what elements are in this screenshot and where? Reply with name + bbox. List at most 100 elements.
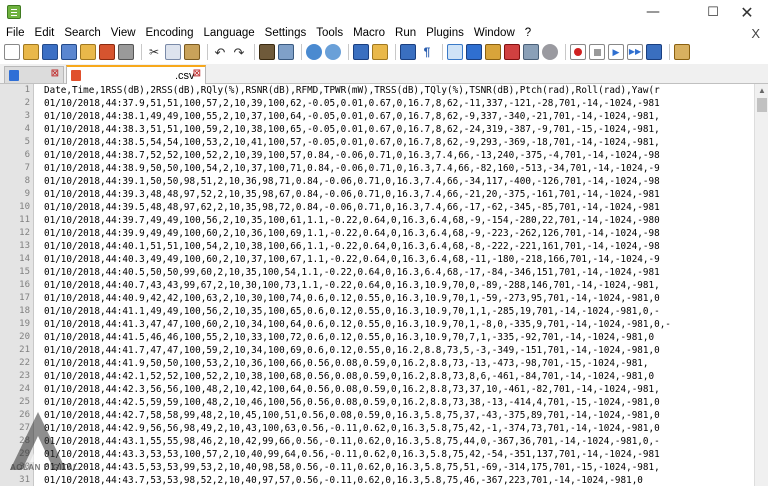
line-number: 23 xyxy=(19,371,30,381)
text-line[interactable]: 01/10/2018,44:43.1,55,55,98,46,2,10,42,9… xyxy=(44,435,660,448)
text-line[interactable]: 01/10/2018,44:41.7,47,47,100,59,2,10,34,… xyxy=(44,344,660,357)
indent-guide-icon[interactable] xyxy=(447,44,463,60)
text-line[interactable]: 01/10/2018,44:39.7,49,49,100,56,2,10,35,… xyxy=(44,214,660,227)
undo-icon[interactable]: ↶ xyxy=(212,44,228,60)
record-macro-icon[interactable] xyxy=(570,44,586,60)
text-line[interactable]: 01/10/2018,44:38.3,51,51,100,59,2,10,38,… xyxy=(44,123,660,136)
menu-plugins[interactable]: Plugins xyxy=(426,27,464,39)
word-wrap-icon[interactable] xyxy=(400,44,416,60)
text-line[interactable]: 01/10/2018,44:42.9,56,56,98,49,2,10,43,1… xyxy=(44,422,660,435)
unsaved-file-icon xyxy=(71,70,81,81)
text-line[interactable]: 01/10/2018,44:40.1,51,51,100,54,2,10,38,… xyxy=(44,240,660,253)
menu-encoding[interactable]: Encoding xyxy=(146,27,194,39)
text-line[interactable]: 01/10/2018,44:38.1,49,49,100,55,2,10,37,… xyxy=(44,110,660,123)
text-line[interactable]: 01/10/2018,44:39.5,48,48,97,62,2,10,35,9… xyxy=(44,201,660,214)
function-list-icon[interactable] xyxy=(485,44,501,60)
menu-view[interactable]: View xyxy=(111,27,136,39)
menu-edit[interactable]: Edit xyxy=(35,27,55,39)
text-line[interactable]: 01/10/2018,44:39.9,49,49,100,60,2,10,36,… xyxy=(44,227,660,240)
text-line[interactable]: 01/10/2018,44:40.5,50,50,99,60,2,10,35,1… xyxy=(44,266,660,279)
text-line[interactable]: 01/10/2018,44:39.1,50,50,98,51,2,10,36,9… xyxy=(44,175,660,188)
text-line[interactable]: 01/10/2018,44:41.5,46,46,100,55,2,10,33,… xyxy=(44,331,654,344)
text-line[interactable]: 01/10/2018,44:42.1,52,52,100,52,2,10,38,… xyxy=(44,370,654,383)
menu-file[interactable]: File xyxy=(6,27,25,39)
toolbar-separator xyxy=(348,44,349,60)
text-line[interactable]: 01/10/2018,44:41.9,50,50,100,53,2,10,36,… xyxy=(44,357,649,370)
text-line[interactable]: 01/10/2018,44:38.7,52,52,100,52,2,10,39,… xyxy=(44,149,660,162)
save-all-icon[interactable] xyxy=(61,44,77,60)
close-all-icon[interactable] xyxy=(99,44,115,60)
menu-run[interactable]: Run xyxy=(395,27,416,39)
stop-macro-icon[interactable] xyxy=(589,44,605,60)
cut-icon[interactable]: ✂ xyxy=(146,44,162,60)
scrollbar-thumb[interactable] xyxy=(757,98,767,112)
paste-icon[interactable] xyxy=(184,44,200,60)
line-number: 18 xyxy=(19,306,30,316)
line-number: 16 xyxy=(19,280,30,290)
text-line[interactable]: 01/10/2018,44:42.7,58,58,99,48,2,10,45,1… xyxy=(44,409,660,422)
menu-tools[interactable]: Tools xyxy=(316,27,343,39)
close-icon[interactable] xyxy=(80,44,96,60)
save-icon[interactable] xyxy=(42,44,58,60)
text-line[interactable]: 01/10/2018,44:40.9,42,42,100,63,2,10,30,… xyxy=(44,292,660,305)
toolbar-separator xyxy=(395,44,396,60)
text-line[interactable]: 01/10/2018,44:38.9,50,50,100,54,2,10,37,… xyxy=(44,162,660,175)
tab-csv-document[interactable]: .csv ⊠ xyxy=(66,65,206,84)
text-line[interactable]: 01/10/2018,44:39.3,48,48,97,52,2,10,35,9… xyxy=(44,188,660,201)
minimize-button[interactable]: — xyxy=(630,0,676,24)
line-number: 9 xyxy=(24,189,30,199)
text-line[interactable]: 01/10/2018,44:40.7,43,43,99,67,2,10,30,1… xyxy=(44,279,660,292)
redo-icon[interactable]: ↷ xyxy=(231,44,247,60)
menu-macro[interactable]: Macro xyxy=(353,27,385,39)
text-line[interactable]: 01/10/2018,44:41.1,49,49,100,56,2,10,35,… xyxy=(44,305,660,318)
toolbar-separator xyxy=(442,44,443,60)
sync-vertical-icon[interactable] xyxy=(353,44,369,60)
text-line[interactable]: 01/10/2018,44:41.3,47,47,100,60,2,10,34,… xyxy=(44,318,671,331)
toolbar-separator xyxy=(301,44,302,60)
menu-search[interactable]: Search xyxy=(64,27,100,39)
folder-as-workspace-icon[interactable] xyxy=(504,44,520,60)
copy-icon[interactable] xyxy=(165,44,181,60)
monitoring-icon[interactable] xyxy=(523,44,539,60)
editor-area[interactable]: 1 Date,Time,1RSS(dB),2RSS(dB),RQly(%),RSN… xyxy=(0,84,768,486)
menu-settings[interactable]: Settings xyxy=(265,27,307,39)
sync-horizontal-icon[interactable] xyxy=(372,44,388,60)
zoom-in-icon[interactable] xyxy=(306,44,322,60)
new-file-icon[interactable] xyxy=(4,44,20,60)
line-number: 12 xyxy=(19,228,30,238)
spell-check-icon[interactable] xyxy=(674,44,690,60)
menu-window[interactable]: Window xyxy=(474,27,515,39)
close-document-button[interactable]: X xyxy=(751,26,760,41)
text-line[interactable]: 01/10/2018,44:43.7,53,53,98,52,2,10,40,9… xyxy=(44,474,643,486)
zoom-out-icon[interactable] xyxy=(325,44,341,60)
close-window-button[interactable]: ✕ xyxy=(724,0,768,24)
text-line[interactable]: 01/10/2018,44:42.3,56,56,100,48,2,10,42,… xyxy=(44,383,660,396)
text-line[interactable]: 01/10/2018,44:42.5,59,59,100,48,2,10,46,… xyxy=(44,396,660,409)
text-line[interactable]: 01/10/2018,44:40.3,49,49,100,60,2,10,37,… xyxy=(44,253,660,266)
text-line[interactable]: Date,Time,1RSS(dB),2RSS(dB),RQly(%),RSNR… xyxy=(44,84,660,97)
save-macro-icon[interactable] xyxy=(646,44,662,60)
tab-bar: ⊠ .csv ⊠ xyxy=(0,64,768,84)
text-line[interactable]: 01/10/2018,44:43.5,53,53,99,53,2,10,40,9… xyxy=(44,461,660,474)
menu-language[interactable]: Language xyxy=(203,27,254,39)
line-number: 17 xyxy=(19,293,30,303)
document-map-icon[interactable] xyxy=(466,44,482,60)
tab-close-icon[interactable]: ⊠ xyxy=(193,68,201,79)
text-line[interactable]: 01/10/2018,44:43.3,53,53,100,57,2,10,40,… xyxy=(44,448,660,461)
open-file-icon[interactable] xyxy=(23,44,39,60)
show-all-characters-icon[interactable]: ¶ xyxy=(419,44,435,60)
text-line[interactable]: 01/10/2018,44:38.5,54,54,100,53,2,10,41,… xyxy=(44,136,660,149)
run-macro-multiple-icon[interactable]: ▶▶ xyxy=(627,44,643,60)
find-icon[interactable] xyxy=(259,44,275,60)
line-number: 24 xyxy=(19,384,30,394)
text-line[interactable]: 01/10/2018,44:37.9,51,51,100,57,2,10,39,… xyxy=(44,97,660,110)
replace-icon[interactable] xyxy=(278,44,294,60)
tab-document-1[interactable]: ⊠ xyxy=(4,66,64,83)
play-macro-icon[interactable]: ▶ xyxy=(608,44,624,60)
scroll-up-icon[interactable]: ▲ xyxy=(757,86,767,96)
menu-help[interactable]: ? xyxy=(525,27,531,39)
eye-icon[interactable] xyxy=(542,44,558,60)
print-icon[interactable] xyxy=(118,44,134,60)
tab-close-icon[interactable]: ⊠ xyxy=(51,68,59,79)
vertical-scrollbar[interactable]: ▲ xyxy=(754,84,768,486)
